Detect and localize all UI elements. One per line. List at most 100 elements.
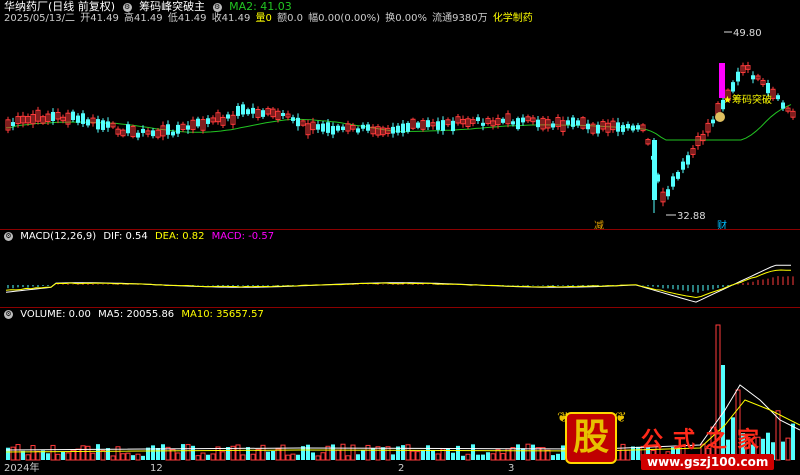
volume-bar (340, 443, 346, 461)
watermark-logo: ❦ 股 ❦ 公式之家 www.gszj100.com (555, 410, 800, 475)
volume-bar (260, 444, 266, 461)
volume-bar (141, 455, 145, 460)
x-axis-label-feb: 2 (398, 463, 405, 474)
volume-bar (431, 450, 435, 460)
volume-bar (350, 444, 356, 461)
candle-body (476, 117, 480, 121)
volume-bar (240, 454, 246, 461)
volume-bar (381, 447, 385, 460)
high-price-label: 49.80 (733, 28, 762, 39)
volume-bar (401, 445, 405, 460)
candle-body (356, 128, 360, 133)
volume-bar (25, 454, 31, 461)
candle-body (626, 124, 630, 129)
macd-dea-line (5, 269, 792, 299)
quote-float: 流通9380万 (432, 13, 488, 24)
x-axis-label-2024: 2024年 (4, 463, 40, 474)
settings-gear-icon[interactable]: ⚙ (122, 2, 132, 12)
volume-bar (421, 449, 425, 460)
candle-body (101, 120, 105, 130)
volume-bar (356, 454, 360, 460)
volume-bar (271, 450, 275, 460)
volume-bar (311, 452, 315, 460)
candle-body (321, 123, 325, 132)
watermark-title: 公式之家 (641, 427, 770, 453)
candle-body (401, 123, 405, 133)
volume-bar (361, 449, 365, 460)
volume-bar (456, 445, 460, 460)
macd-separator (0, 307, 800, 308)
candle-body (616, 122, 620, 132)
candle-body (81, 113, 85, 124)
volume-bar (486, 452, 490, 460)
volume-bar (100, 449, 106, 461)
volume-bar (46, 453, 50, 460)
macd-title[interactable]: MACD(12,26,9) (20, 231, 96, 242)
volume-bar (521, 448, 525, 460)
candle-body (206, 118, 210, 124)
indicator-gear-icon[interactable]: ⚙ (212, 2, 222, 12)
volume-title[interactable]: VOLUME: 0.00 (20, 309, 91, 320)
indicator-name[interactable]: 筹码峰突破主 (139, 0, 205, 13)
macd-dif: DIF: 0.54 (103, 231, 148, 242)
candle-body (686, 155, 690, 165)
volume-bar (345, 455, 351, 461)
volume-bar (206, 454, 210, 460)
macd-value: MACD: -0.57 (211, 231, 275, 242)
volume-bar (490, 453, 496, 461)
candle-body (566, 120, 570, 125)
volume-bar (96, 444, 100, 460)
candle-body (186, 125, 190, 130)
candle-body (336, 125, 340, 131)
candle-body (766, 83, 770, 94)
candle-body (396, 125, 400, 133)
volume-bar (75, 448, 81, 461)
volume-bar (65, 452, 71, 461)
candle-body (106, 121, 110, 128)
volume-bar (391, 454, 395, 460)
volume-bar (435, 453, 441, 461)
stock-name[interactable]: 华纳药厂(日线 前复权) (4, 0, 115, 13)
candle-body (676, 171, 680, 179)
volume-bar (191, 445, 195, 460)
volume-bar (131, 455, 135, 460)
volume-bar (525, 443, 531, 461)
volume-bar (181, 444, 185, 460)
volume-bar (125, 452, 131, 461)
candle-body (406, 122, 410, 132)
candle-body (96, 119, 100, 130)
macd-label-row: ⚙ MACD(12,26,9) DIF: 0.54 DEA: 0.82 MACD… (4, 231, 278, 242)
candle-body (681, 161, 685, 170)
volume-bar (471, 444, 475, 460)
volume-bar (516, 444, 520, 460)
volume-bar (110, 455, 116, 461)
candle-body (296, 117, 300, 127)
volume-bar (415, 451, 421, 461)
candle-body (226, 114, 230, 119)
volume-bar (200, 452, 206, 461)
candle-body (141, 128, 145, 133)
candle-body (731, 82, 735, 92)
volume-bar (55, 453, 61, 461)
volume-bar (306, 444, 310, 460)
candle-body (236, 106, 240, 116)
quote-close: 收41.49 (211, 13, 251, 24)
candle-body (241, 104, 245, 115)
candle-body (521, 117, 525, 123)
macd-gear-icon[interactable]: ⚙ (4, 231, 13, 241)
volume-bar (250, 453, 256, 461)
volume-bar (405, 444, 411, 461)
volume-bar (220, 451, 226, 461)
volume-bar (315, 455, 321, 461)
candle-body (361, 124, 365, 129)
volume-ma10: MA10: 35657.57 (181, 309, 264, 320)
quote-volume: 量0 (255, 13, 272, 24)
volume-gear-icon[interactable]: ⚙ (4, 309, 13, 319)
volume-bar (90, 452, 96, 461)
candle-body (171, 131, 175, 136)
candle-body (196, 118, 200, 127)
candle-body (126, 124, 130, 134)
quote-low: 低41.49 (167, 13, 207, 24)
candle-body (501, 118, 505, 123)
gu-logo-icon: 股 (565, 412, 617, 464)
